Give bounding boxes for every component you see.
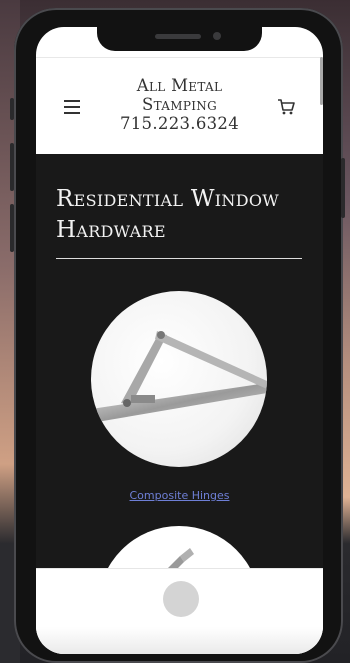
shopping-cart-icon[interactable] <box>277 98 295 116</box>
next-product-image[interactable] <box>98 526 260 568</box>
main-content: Residential Window Hardware Composite Hi… <box>36 154 323 568</box>
brand-line2: Stamping <box>142 95 217 114</box>
brand-line1: All Metal <box>136 76 223 95</box>
product-link-composite-hinges[interactable]: Composite Hinges <box>36 489 323 502</box>
power-button <box>341 158 345 218</box>
volume-down-button <box>10 204 14 252</box>
page-title: Residential Window Hardware <box>56 186 280 243</box>
home-button[interactable] <box>163 581 199 617</box>
site-header: All Metal Stamping 715.223.6324 <box>36 57 323 155</box>
phone-bottom-bezel <box>36 568 323 654</box>
bottom-shadow <box>36 627 323 654</box>
phone-screen: All Metal Stamping 715.223.6324 Resident… <box>36 27 323 654</box>
speaker-grille <box>155 34 201 39</box>
title-divider <box>56 258 302 259</box>
phone-notch <box>97 27 262 51</box>
composite-hinge-image[interactable] <box>91 291 267 467</box>
brand-phone: 715.223.6324 <box>119 114 240 133</box>
volume-up-button <box>10 143 14 191</box>
brand-logo[interactable]: All Metal Stamping 715.223.6324 <box>106 76 253 133</box>
scrollbar[interactable] <box>320 57 323 105</box>
mute-switch <box>10 98 14 120</box>
hamburger-menu-icon[interactable] <box>64 100 80 114</box>
front-camera-icon <box>213 32 221 40</box>
